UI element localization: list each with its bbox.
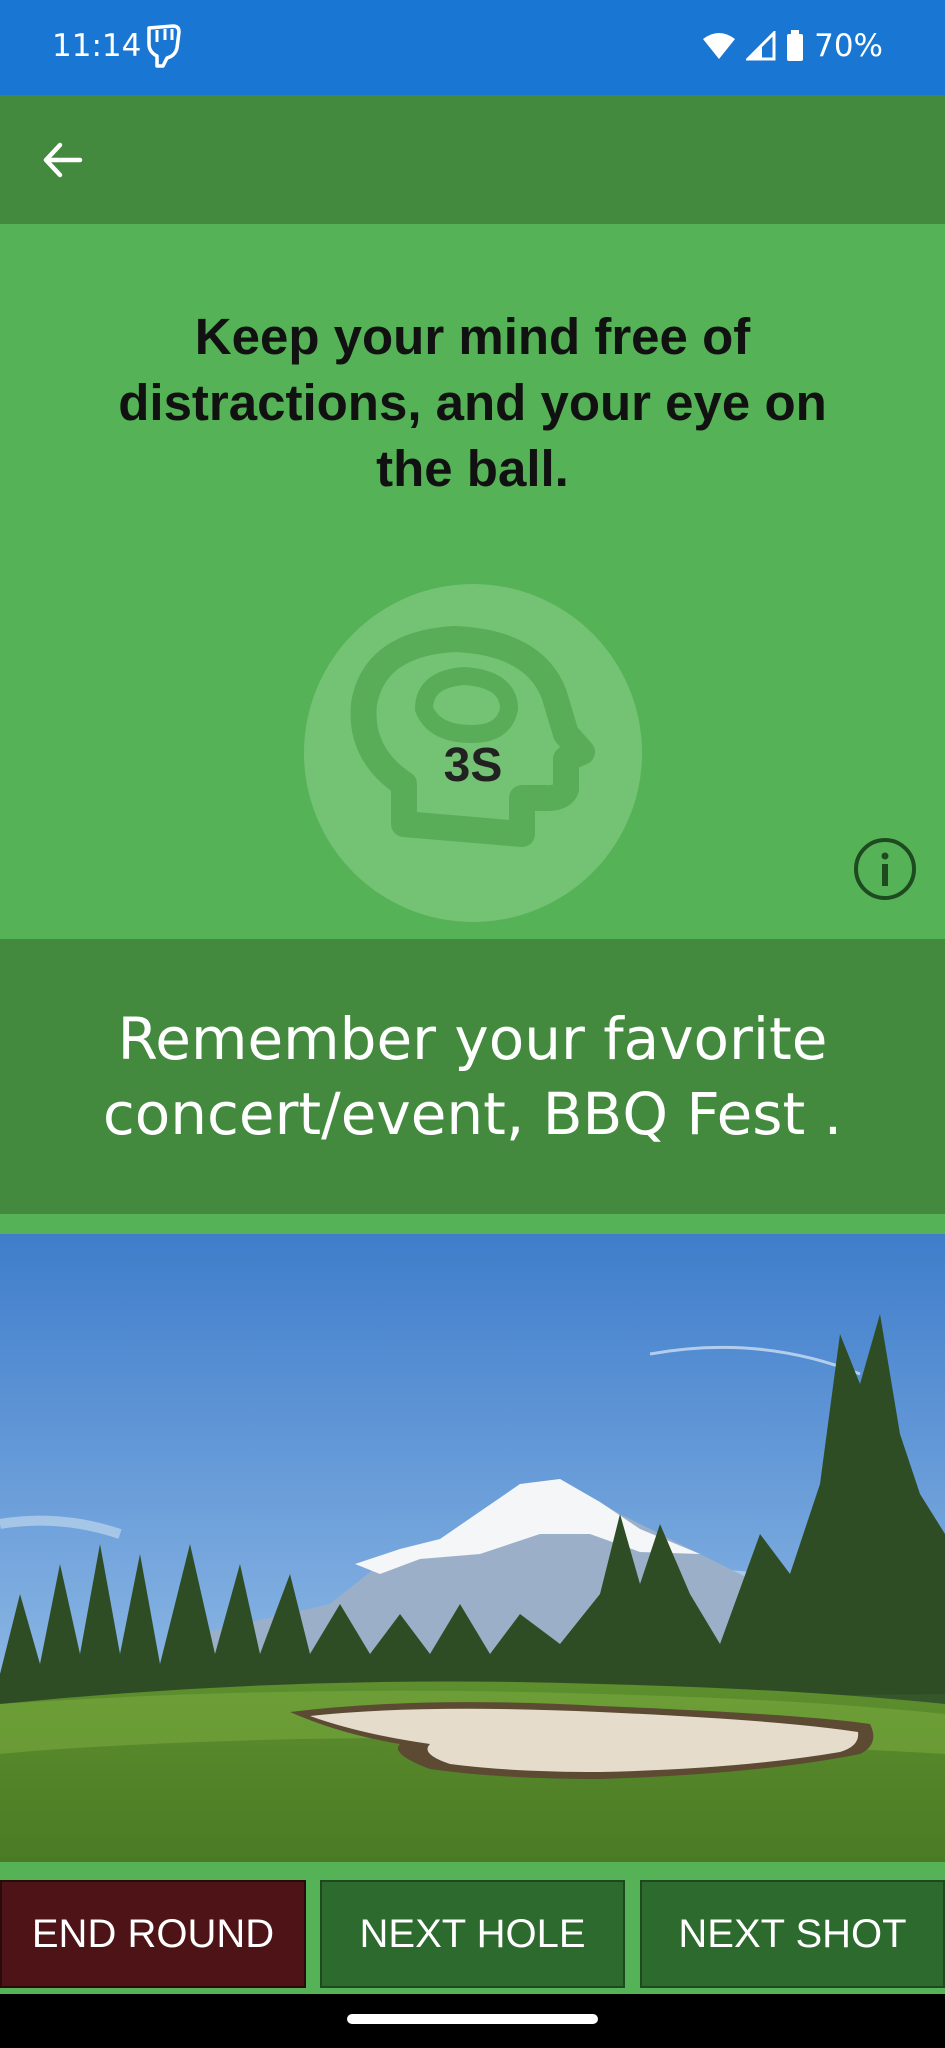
action-bar: END ROUND NEXT HOLE NEXT SHOT	[0, 1862, 945, 1994]
divider	[0, 1214, 945, 1234]
next-shot-button[interactable]: NEXT SHOT	[640, 1880, 945, 1988]
memory-prompt: Remember your favorite concert/event, BB…	[0, 939, 945, 1214]
golf-course-image	[0, 1234, 945, 1862]
wifi-icon	[703, 33, 736, 59]
status-time: 11:14	[52, 28, 142, 64]
end-round-button[interactable]: END ROUND	[0, 1880, 306, 1988]
status-bar: 11:14 70%	[0, 0, 945, 95]
tip-headline: Keep your mind free of distractions, and…	[118, 308, 827, 497]
battery-icon	[787, 30, 804, 61]
signal-icon	[746, 31, 776, 61]
arrow-left-icon[interactable]	[36, 133, 90, 187]
hero-panel: Keep your mind free of distractions, and…	[0, 224, 945, 939]
app-bar	[0, 95, 945, 224]
status-icons: 70%	[702, 24, 883, 68]
golf-course-photo	[0, 1234, 945, 1862]
battery-percentage: 70%	[814, 28, 883, 64]
timer-circle: 3S	[304, 584, 642, 922]
info-icon[interactable]	[853, 837, 917, 901]
next-hole-button[interactable]: NEXT HOLE	[320, 1880, 625, 1988]
system-nav-bar	[0, 1994, 945, 2048]
timer-value: 3S	[443, 739, 503, 792]
prompt-text: Remember your favorite concert/event, BB…	[102, 1004, 843, 1148]
hand-icon	[147, 24, 181, 68]
home-gesture-handle[interactable]	[347, 2014, 598, 2024]
